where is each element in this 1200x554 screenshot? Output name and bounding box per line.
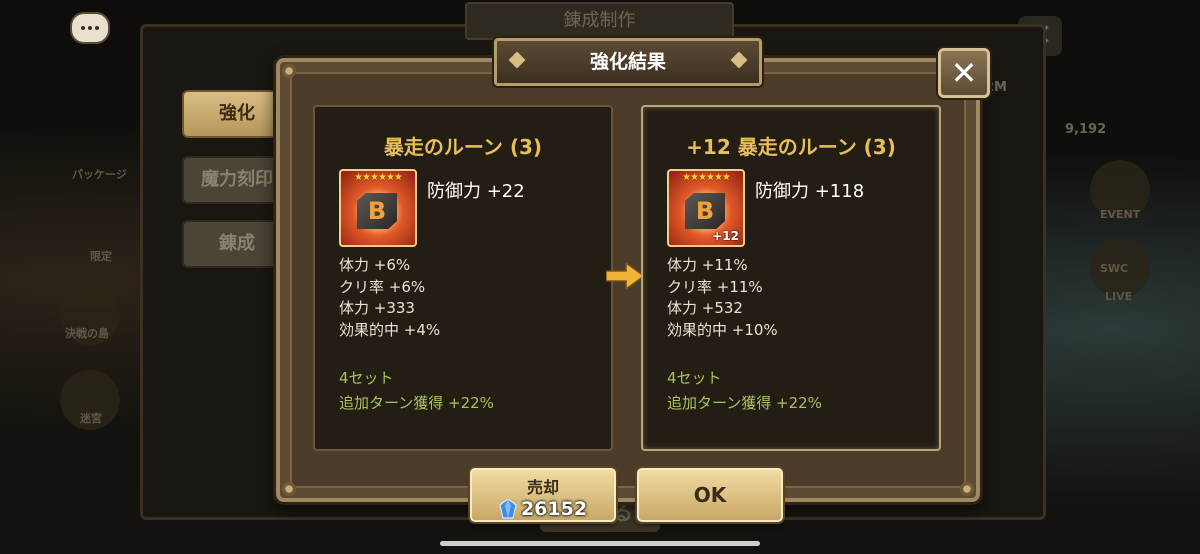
main-stat-before: 防御力 +22 (427, 181, 525, 202)
limited-label: 限定 (90, 250, 112, 263)
close-icon: ✕ (950, 54, 978, 92)
set-name-before: 4セット (339, 369, 394, 387)
sell-label: 売却 (526, 478, 559, 497)
set-effect-after: 追加ターン獲得 +22% (667, 394, 822, 412)
sub-stat: クリ率 +11% (667, 277, 763, 296)
sub-stat: 体力 +532 (667, 299, 743, 317)
event-label: EVENT (1100, 208, 1141, 221)
package-label: パッケージ (72, 168, 127, 181)
sub-stat: 効果的中 +10% (667, 320, 778, 339)
main-stat-after: 防御力 +118 (755, 181, 865, 202)
sub-stat: 効果的中 +4% (339, 320, 441, 339)
set-name-after: 4セット (667, 369, 722, 387)
sub-stat: 体力 +11% (667, 256, 748, 274)
corner-rivet-icon (960, 482, 974, 496)
island-label: 決戦の島 (65, 327, 109, 340)
rune-letter: B (367, 197, 387, 225)
background-count: 9,192 (1065, 122, 1107, 137)
rune-card-before: 暴走のルーン (3) ★★★★★★ B 防御力 +22 体力 +6% クリ率 +… (313, 105, 613, 451)
corner-rivet-icon (282, 482, 296, 496)
labyrinth-label: 迷宮 (80, 412, 102, 425)
dialog-title-plate: 強化結果 (494, 38, 762, 86)
rune-icon[interactable]: ★★★★★★ B +12 (667, 169, 745, 247)
chat-bubble-icon[interactable] (70, 12, 110, 44)
rune-icon[interactable]: ★★★★★★ B (339, 169, 417, 247)
sell-price-value: 26152 (520, 498, 588, 520)
sub-stat: 体力 +6% (339, 256, 411, 274)
ok-button[interactable]: OK (637, 468, 783, 522)
star-rating-icon: ★★★★★★ (354, 172, 403, 183)
close-button[interactable]: ✕ (938, 48, 990, 98)
diamond-ornament-icon (508, 51, 526, 69)
swc-label: SWC (1100, 262, 1129, 275)
rune-title-after: +12 暴走のルーン (3) (686, 135, 896, 159)
sub-stats-before: 体力 +6% クリ率 +6% 体力 +333 効果的中 +4% (339, 255, 440, 341)
rune-level-badge: +12 (712, 229, 739, 243)
sub-stat: クリ率 +6% (339, 277, 426, 296)
star-rating-icon: ★★★★★★ (682, 172, 731, 183)
rune-title-before: 暴走のルーン (3) (383, 135, 543, 159)
diamond-ornament-icon (730, 51, 748, 69)
dialog-title: 強化結果 (589, 51, 666, 73)
sell-button[interactable]: 売却 26152 (470, 468, 616, 522)
background-title: 錬成制作 (465, 2, 734, 40)
sub-stats-after: 体力 +11% クリ率 +11% 体力 +532 効果的中 +10% (667, 255, 778, 341)
ok-label: OK (693, 483, 727, 507)
rune-letter: B (695, 197, 715, 225)
sub-stat: 体力 +333 (339, 299, 415, 317)
home-indicator[interactable] (440, 541, 760, 546)
arrow-right-icon (606, 263, 644, 289)
crystal-icon (499, 499, 517, 519)
set-effect-before: 追加ターン獲得 +22% (339, 394, 494, 412)
sell-price: 26152 (472, 498, 614, 520)
live-label: LIVE (1105, 290, 1133, 303)
rune-card-after: +12 暴走のルーン (3) ★★★★★★ B +12 防御力 +118 体力 … (641, 105, 941, 451)
corner-rivet-icon (282, 64, 296, 78)
